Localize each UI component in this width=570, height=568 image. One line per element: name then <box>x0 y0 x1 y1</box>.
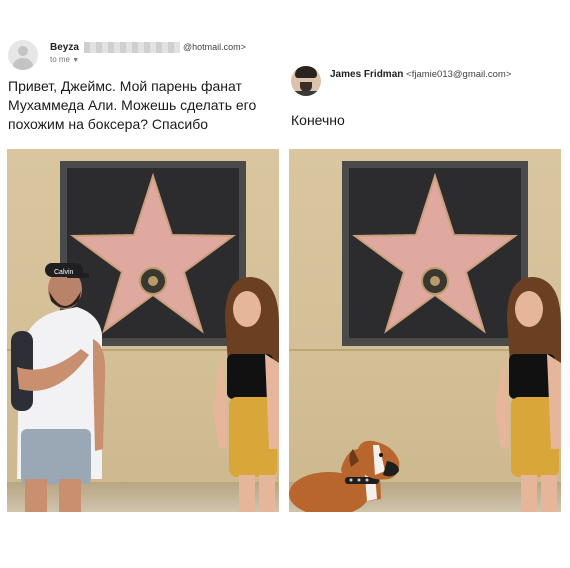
sender-email-right: <fjamie013@gmail.com> <box>406 69 512 80</box>
sender-email-domain: @hotmail.com> <box>183 42 246 52</box>
default-avatar-icon <box>8 40 38 70</box>
email-message-left: Привет, Джеймс. Мой парень фанат Мухамме… <box>8 78 257 132</box>
sender-line-right[interactable]: James Fridman <fjamie013@gmail.com> <box>330 69 511 80</box>
redacted-email-bar <box>84 42 180 53</box>
recipient-label: to me <box>50 55 71 64</box>
sender-name-right: James Fridman <box>330 69 404 80</box>
original-photo: Calvin <box>7 149 279 512</box>
recipient-toggle[interactable]: to me ▼ <box>50 55 79 64</box>
cap-logo-text: Calvin <box>54 269 74 276</box>
chevron-down-icon: ▼ <box>72 57 80 64</box>
boxer-dog-figure <box>289 440 400 512</box>
sender-name[interactable]: Beyza <box>50 42 79 53</box>
email-message-right: Конечно <box>291 112 345 128</box>
profile-avatar-icon <box>291 66 321 96</box>
edited-photo <box>289 149 561 512</box>
